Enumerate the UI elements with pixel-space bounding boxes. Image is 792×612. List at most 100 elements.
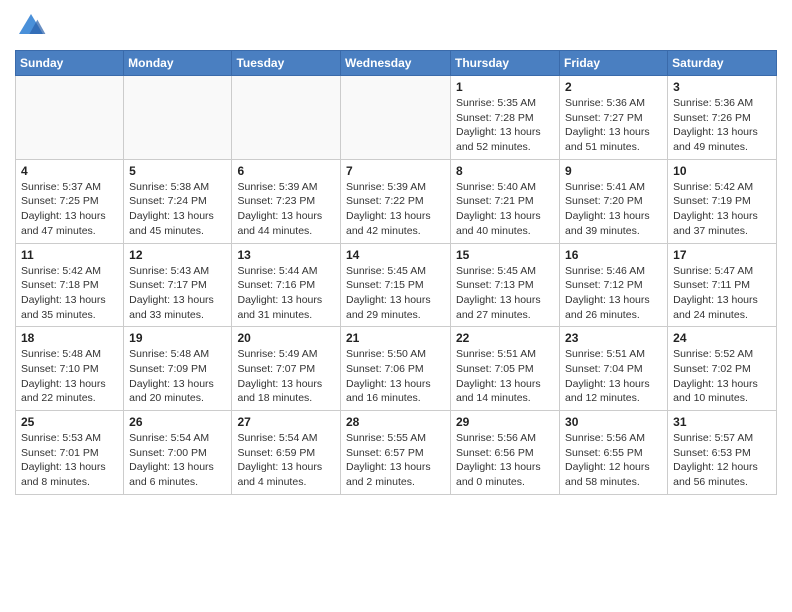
calendar-cell: 22 Sunrise: 5:51 AMSunset: 7:05 PMDayligh… [451,327,560,411]
day-number: 1 [456,80,554,94]
day-number: 19 [129,331,226,345]
calendar-cell: 21 Sunrise: 5:50 AMSunset: 7:06 PMDayligh… [341,327,451,411]
day-number: 5 [129,164,226,178]
day-info: Sunrise: 5:51 AMSunset: 7:04 PMDaylight:… [565,347,662,406]
day-info: Sunrise: 5:35 AMSunset: 7:28 PMDaylight:… [456,96,554,155]
calendar-cell [124,76,232,160]
day-number: 9 [565,164,662,178]
day-info: Sunrise: 5:44 AMSunset: 7:16 PMDaylight:… [237,264,335,323]
calendar-cell: 24Sunrise: 5:52 AMSunset: 7:02 PMDayligh… [668,327,777,411]
calendar-cell: 27 Sunrise: 5:54 AMSunset: 6:59 PMDayligh… [232,411,341,495]
day-info: Sunrise: 5:38 AMSunset: 7:24 PMDaylight:… [129,180,226,239]
day-info: Sunrise: 5:40 AMSunset: 7:21 PMDaylight:… [456,180,554,239]
page: SundayMondayTuesdayWednesdayThursdayFrid… [0,0,792,505]
day-info: Sunrise: 5:42 AMSunset: 7:18 PMDaylight:… [21,264,118,323]
calendar-cell [341,76,451,160]
column-header-sunday: Sunday [16,51,124,76]
day-info: Sunrise: 5:53 AMSunset: 7:01 PMDaylight:… [21,431,118,490]
calendar-cell: 31Sunrise: 5:57 AMSunset: 6:53 PMDayligh… [668,411,777,495]
day-number: 16 [565,248,662,262]
calendar-cell: 25 Sunrise: 5:53 AMSunset: 7:01 PMDayligh… [16,411,124,495]
calendar-cell [16,76,124,160]
calendar-cell: 30 Sunrise: 5:56 AMSunset: 6:55 PMDayligh… [560,411,668,495]
calendar-cell: 1 Sunrise: 5:35 AMSunset: 7:28 PMDaylight… [451,76,560,160]
day-number: 18 [21,331,118,345]
day-number: 26 [129,415,226,429]
day-info: Sunrise: 5:56 AMSunset: 6:55 PMDaylight:… [565,431,662,490]
calendar-cell: 10 Sunrise: 5:42 AMSunset: 7:19 PMDayligh… [668,159,777,243]
column-header-tuesday: Tuesday [232,51,341,76]
calendar-week-5: 25 Sunrise: 5:53 AMSunset: 7:01 PMDayligh… [16,411,777,495]
calendar-cell: 5 Sunrise: 5:38 AMSunset: 7:24 PMDaylight… [124,159,232,243]
calendar-cell: 18 Sunrise: 5:48 AMSunset: 7:10 PMDayligh… [16,327,124,411]
day-info: Sunrise: 5:45 AMSunset: 7:15 PMDaylight:… [346,264,445,323]
day-info: Sunrise: 5:48 AMSunset: 7:10 PMDaylight:… [21,347,118,406]
day-info: Sunrise: 5:41 AMSunset: 7:20 PMDaylight:… [565,180,662,239]
day-number: 3 [673,80,771,94]
day-info: Sunrise: 5:36 AMSunset: 7:26 PMDaylight:… [673,96,771,155]
day-number: 8 [456,164,554,178]
day-number: 21 [346,331,445,345]
day-info: Sunrise: 5:43 AMSunset: 7:17 PMDaylight:… [129,264,226,323]
day-info: Sunrise: 5:39 AMSunset: 7:23 PMDaylight:… [237,180,335,239]
calendar-cell: 16 Sunrise: 5:46 AMSunset: 7:12 PMDayligh… [560,243,668,327]
calendar-table: SundayMondayTuesdayWednesdayThursdayFrid… [15,50,777,495]
calendar-week-4: 18 Sunrise: 5:48 AMSunset: 7:10 PMDayligh… [16,327,777,411]
header [15,10,777,42]
day-info: Sunrise: 5:51 AMSunset: 7:05 PMDaylight:… [456,347,554,406]
day-info: Sunrise: 5:47 AMSunset: 7:11 PMDaylight:… [673,264,771,323]
day-number: 22 [456,331,554,345]
column-header-friday: Friday [560,51,668,76]
calendar-week-1: 1 Sunrise: 5:35 AMSunset: 7:28 PMDaylight… [16,76,777,160]
calendar-cell: 23 Sunrise: 5:51 AMSunset: 7:04 PMDayligh… [560,327,668,411]
day-info: Sunrise: 5:49 AMSunset: 7:07 PMDaylight:… [237,347,335,406]
logo [15,10,51,42]
day-info: Sunrise: 5:39 AMSunset: 7:22 PMDaylight:… [346,180,445,239]
day-info: Sunrise: 5:57 AMSunset: 6:53 PMDaylight:… [673,431,771,490]
day-info: Sunrise: 5:56 AMSunset: 6:56 PMDaylight:… [456,431,554,490]
calendar-cell: 26 Sunrise: 5:54 AMSunset: 7:00 PMDayligh… [124,411,232,495]
column-header-monday: Monday [124,51,232,76]
calendar-header-row: SundayMondayTuesdayWednesdayThursdayFrid… [16,51,777,76]
day-info: Sunrise: 5:54 AMSunset: 7:00 PMDaylight:… [129,431,226,490]
day-number: 20 [237,331,335,345]
day-number: 10 [673,164,771,178]
day-number: 29 [456,415,554,429]
calendar-cell: 8 Sunrise: 5:40 AMSunset: 7:21 PMDaylight… [451,159,560,243]
day-number: 30 [565,415,662,429]
day-number: 15 [456,248,554,262]
day-number: 14 [346,248,445,262]
day-number: 23 [565,331,662,345]
day-info: Sunrise: 5:54 AMSunset: 6:59 PMDaylight:… [237,431,335,490]
calendar-cell: 6Sunrise: 5:39 AMSunset: 7:23 PMDaylight… [232,159,341,243]
day-number: 4 [21,164,118,178]
column-header-wednesday: Wednesday [341,51,451,76]
day-info: Sunrise: 5:55 AMSunset: 6:57 PMDaylight:… [346,431,445,490]
day-info: Sunrise: 5:37 AMSunset: 7:25 PMDaylight:… [21,180,118,239]
day-info: Sunrise: 5:45 AMSunset: 7:13 PMDaylight:… [456,264,554,323]
calendar-cell: 14 Sunrise: 5:45 AMSunset: 7:15 PMDayligh… [341,243,451,327]
day-info: Sunrise: 5:50 AMSunset: 7:06 PMDaylight:… [346,347,445,406]
day-info: Sunrise: 5:48 AMSunset: 7:09 PMDaylight:… [129,347,226,406]
day-number: 28 [346,415,445,429]
column-header-thursday: Thursday [451,51,560,76]
day-number: 24 [673,331,771,345]
calendar-cell: 11 Sunrise: 5:42 AMSunset: 7:18 PMDayligh… [16,243,124,327]
day-number: 2 [565,80,662,94]
calendar-cell: 7Sunrise: 5:39 AMSunset: 7:22 PMDaylight… [341,159,451,243]
day-number: 25 [21,415,118,429]
day-number: 27 [237,415,335,429]
calendar-week-2: 4 Sunrise: 5:37 AMSunset: 7:25 PMDaylight… [16,159,777,243]
day-info: Sunrise: 5:36 AMSunset: 7:27 PMDaylight:… [565,96,662,155]
calendar-week-3: 11 Sunrise: 5:42 AMSunset: 7:18 PMDayligh… [16,243,777,327]
day-info: Sunrise: 5:42 AMSunset: 7:19 PMDaylight:… [673,180,771,239]
day-info: Sunrise: 5:46 AMSunset: 7:12 PMDaylight:… [565,264,662,323]
calendar-cell: 2 Sunrise: 5:36 AMSunset: 7:27 PMDaylight… [560,76,668,160]
calendar-cell: 13Sunrise: 5:44 AMSunset: 7:16 PMDayligh… [232,243,341,327]
day-number: 11 [21,248,118,262]
calendar-cell: 28 Sunrise: 5:55 AMSunset: 6:57 PMDayligh… [341,411,451,495]
calendar-cell: 9 Sunrise: 5:41 AMSunset: 7:20 PMDaylight… [560,159,668,243]
calendar-cell: 29 Sunrise: 5:56 AMSunset: 6:56 PMDayligh… [451,411,560,495]
calendar-cell [232,76,341,160]
calendar-cell: 3 Sunrise: 5:36 AMSunset: 7:26 PMDaylight… [668,76,777,160]
